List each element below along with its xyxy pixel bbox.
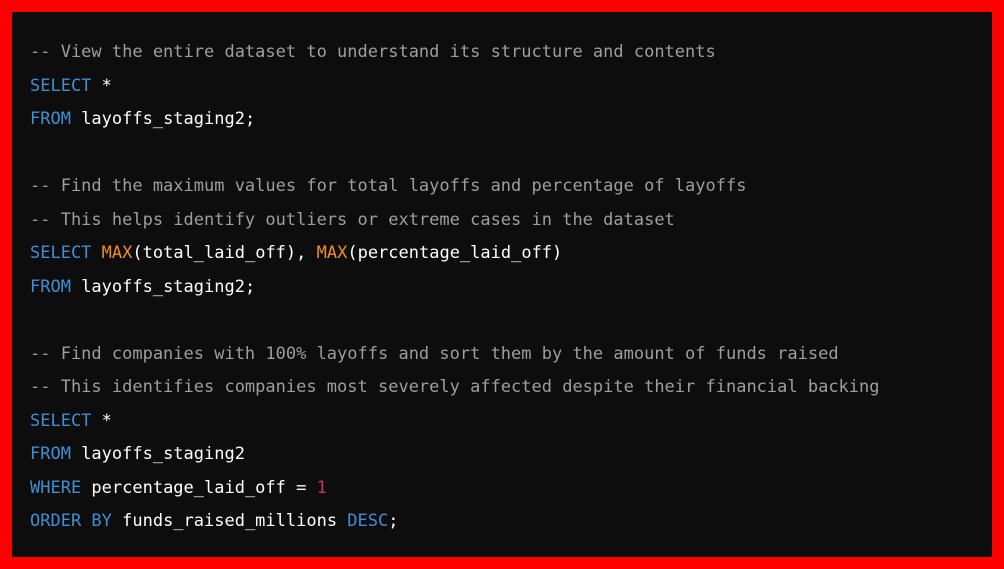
table-name: layoffs_staging2; — [70, 276, 256, 297]
where-condition: percentage_laid_off = — [81, 477, 317, 498]
code-line-3: FROM layoffs_staging2; — [30, 103, 880, 137]
sql-code: -- View the entire dataset to understand… — [30, 36, 880, 539]
comment: -- Find companies with 100% layoffs and … — [30, 343, 839, 364]
function-argument: (percentage_laid_off) — [347, 243, 563, 263]
comment: -- This helps identify outliers or extre… — [30, 209, 675, 230]
keyword-desc: DESC — [347, 511, 389, 531]
code-line-11: -- This identifies companies most severe… — [30, 371, 880, 405]
code-line-8: FROM layoffs_staging2; — [30, 271, 880, 305]
keyword-select: SELECT — [30, 75, 92, 96]
code-line-10: -- Find companies with 100% layoffs and … — [30, 338, 880, 372]
comment: -- This identifies companies most severe… — [30, 377, 880, 397]
code-line-4-blank — [30, 137, 880, 171]
code-line-15: ORDER BY funds_raised_millions DESC; — [30, 505, 880, 539]
keyword-from: FROM — [30, 109, 71, 129]
code-line-2: SELECT * — [30, 70, 880, 104]
function-argument: (total_laid_off), — [132, 243, 317, 263]
function-max: MAX — [316, 243, 348, 263]
select-all: * — [91, 75, 112, 96]
code-line-1: -- View the entire dataset to understand… — [30, 36, 880, 70]
keyword-where: WHERE — [30, 477, 82, 498]
keyword-from: FROM — [30, 444, 71, 464]
function-max: MAX — [101, 243, 133, 263]
code-line-14: WHERE percentage_laid_off = 1 — [30, 472, 880, 506]
code-line-13: FROM layoffs_staging2 — [30, 438, 880, 472]
table-name: layoffs_staging2; — [70, 109, 256, 129]
keyword-order-by: ORDER BY — [30, 511, 112, 531]
code-line-12: SELECT * — [30, 405, 880, 439]
table-name: layoffs_staging2 — [70, 444, 245, 464]
comment: -- View the entire dataset to understand… — [30, 42, 716, 62]
comment: -- Find the maximum values for total lay… — [30, 176, 747, 196]
code-line-6: -- This helps identify outliers or extre… — [30, 204, 880, 238]
code-line-9-blank — [30, 304, 880, 338]
statement-terminator: ; — [388, 511, 399, 531]
keyword-select: SELECT — [30, 410, 92, 431]
code-line-5: -- Find the maximum values for total lay… — [30, 170, 880, 204]
select-all: * — [91, 410, 112, 431]
code-line-7: SELECT MAX(total_laid_off), MAX(percenta… — [30, 237, 880, 271]
keyword-select: SELECT — [30, 243, 92, 263]
order-column: funds_raised_millions — [111, 511, 348, 531]
number-literal: 1 — [316, 477, 327, 498]
code-block: -- View the entire dataset to understand… — [12, 12, 992, 557]
keyword-from: FROM — [30, 276, 71, 297]
